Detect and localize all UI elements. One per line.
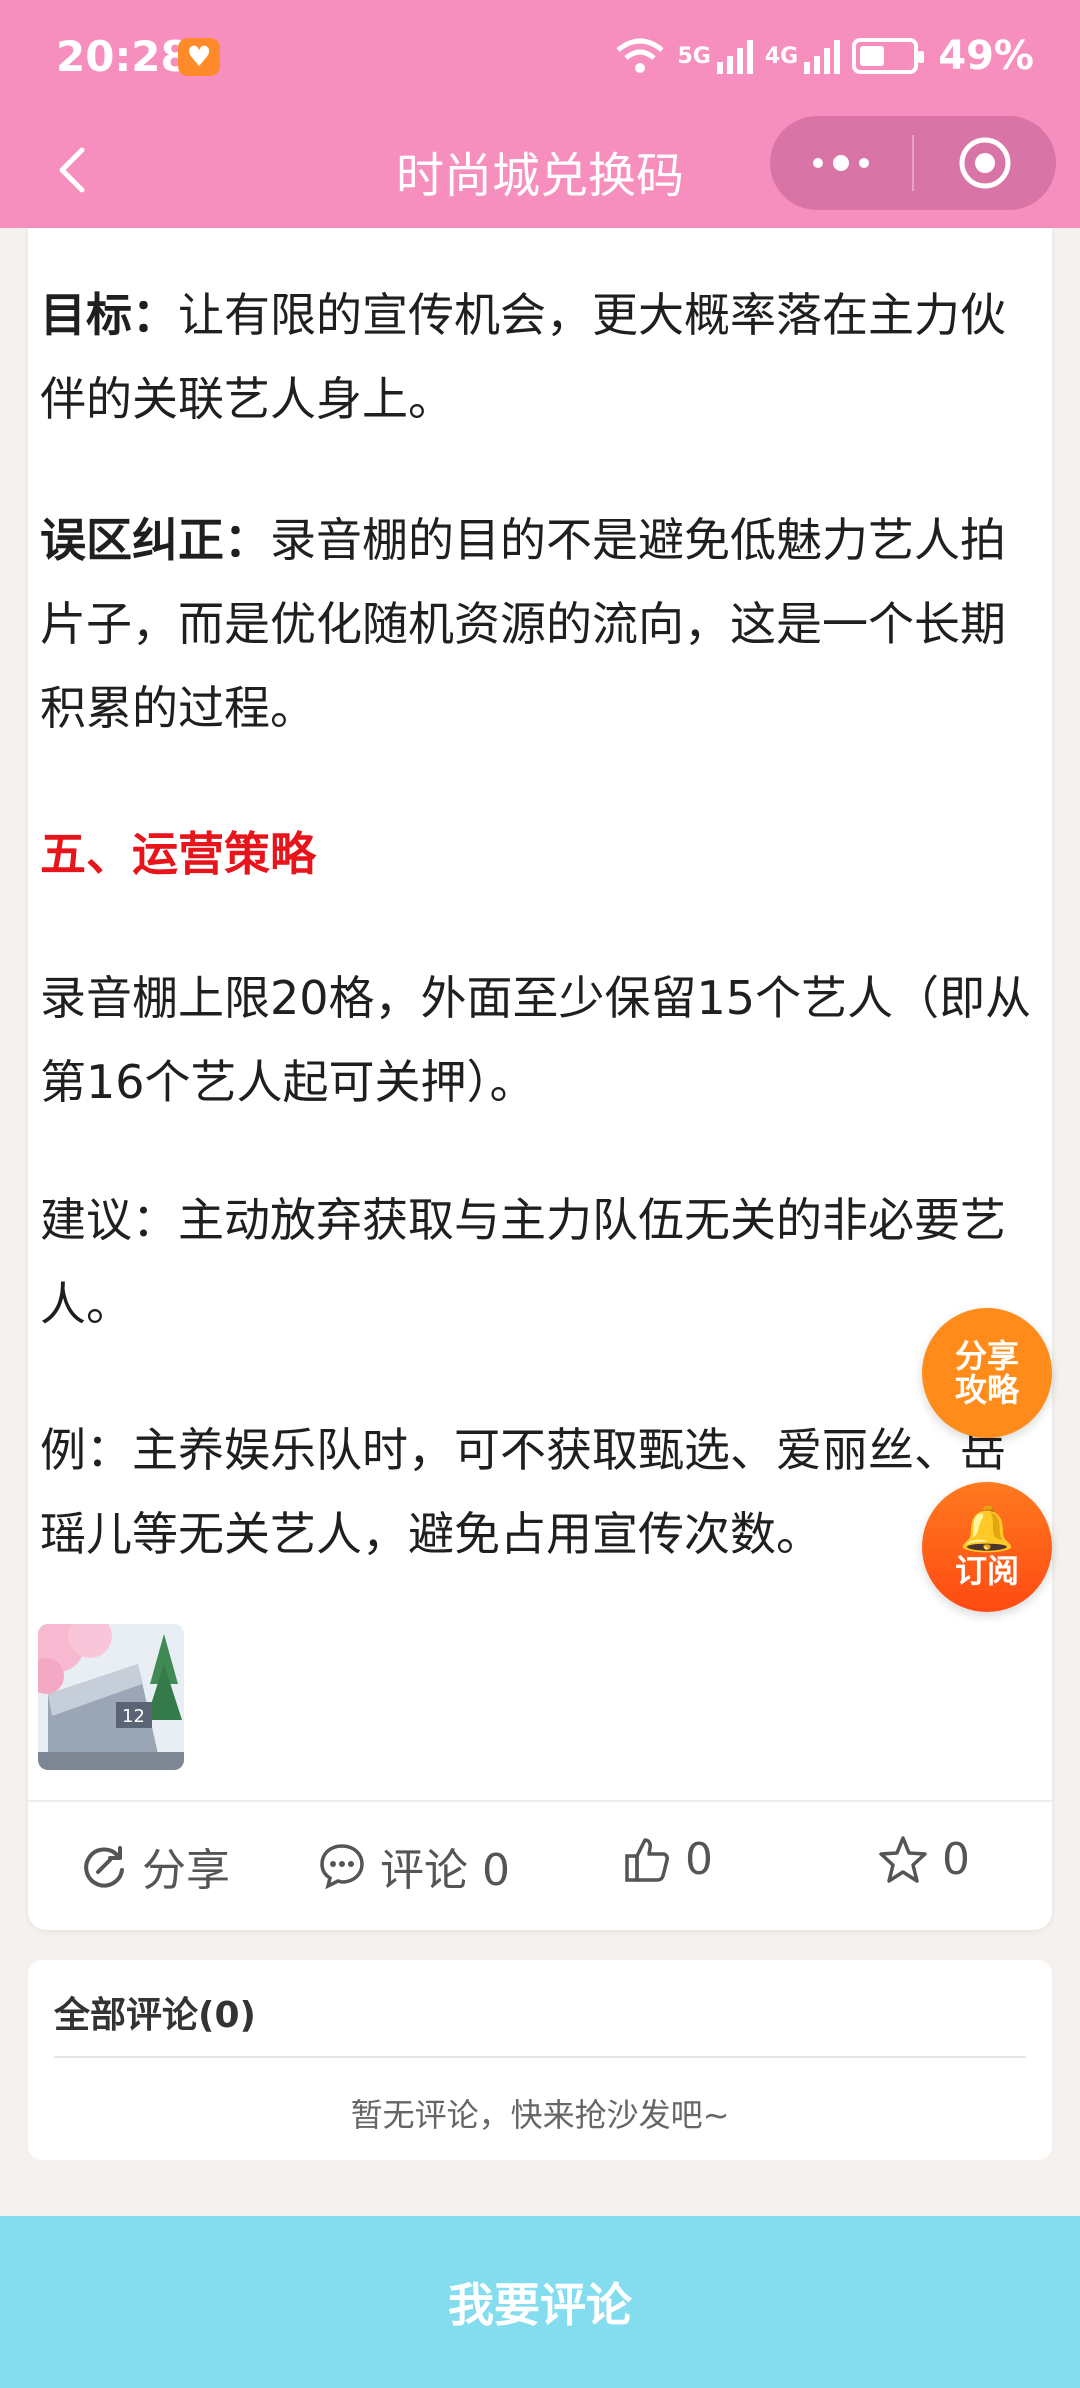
comment-label: 评论 0 <box>380 1845 510 1896</box>
comments-empty-text: 暂无评论，快来抢沙发吧~ <box>350 2096 730 2134</box>
comment-button[interactable]: 评论 0 <box>318 1834 510 1898</box>
article-card: 目标：让有限的宣传机会，更大概率落在主力伙伴的关联艺人身上。 误区纠正：录音棚的… <box>28 228 1052 1930</box>
share-label: 分享 <box>142 1845 230 1896</box>
top-bar: 20:28 ♥ 5G 4G 49% 时尚城兑换码 <box>0 0 1080 228</box>
comments-divider <box>54 2056 1026 2058</box>
share-guide-line1: 分享 <box>954 1337 1019 1375</box>
status-indicators: 5G 4G 49% <box>614 30 1034 82</box>
svg-text:12: 12 <box>122 1706 145 1727</box>
more-dots-icon <box>813 155 869 171</box>
battery-icon <box>852 38 925 74</box>
comments-card: 全部评论(0) 暂无评论，快来抢沙发吧~ <box>28 1960 1052 2160</box>
paragraph-suggestion: 建议：主动放弃获取与主力队伍无关的非必要艺人。 <box>40 1193 1006 1331</box>
subscribe-label: 订阅 <box>954 1552 1019 1590</box>
status-time: 20:28 <box>56 32 190 81</box>
network-5g-label: 5G <box>677 43 711 69</box>
signal-4g-icon <box>804 38 841 74</box>
close-mini-program-button[interactable] <box>914 116 1056 210</box>
comments-title: 全部评论(0) <box>54 1995 256 2036</box>
like-count: 0 <box>685 1834 713 1885</box>
like-button[interactable]: 0 <box>623 1834 713 1885</box>
heart-app-icon: ♥ <box>178 38 220 76</box>
favorite-count: 0 <box>942 1834 970 1885</box>
battery-percent: 49% <box>938 33 1034 79</box>
write-comment-button[interactable]: 我要评论 <box>0 2216 1080 2388</box>
nav-bar: 时尚城兑换码 <box>0 116 1080 228</box>
action-bar: 分享 评论 0 0 0 <box>28 1804 1052 1924</box>
paragraph-limit: 录音棚上限20格，外面至少保留15个艺人（即从第16个艺人起可关押）。 <box>40 971 1032 1109</box>
mini-program-capsule <box>770 116 1056 210</box>
share-icon <box>84 1846 124 1888</box>
article-thumbnail[interactable]: 12 <box>38 1624 184 1770</box>
wifi-icon <box>615 38 664 73</box>
star-icon <box>879 1835 927 1883</box>
studio-image: 12 <box>38 1624 184 1770</box>
share-guide-float-button[interactable]: 分享 攻略 <box>922 1308 1052 1438</box>
actions-divider <box>28 1800 1052 1802</box>
section-title: 五、运营策略 <box>40 827 316 881</box>
favorite-button[interactable]: 0 <box>878 1834 970 1885</box>
bell-icon: 🔔 <box>959 1504 1015 1555</box>
paragraph-goal: 目标：让有限的宣传机会，更大概率落在主力伙伴的关联艺人身上。 <box>40 273 1040 441</box>
target-circle-icon <box>959 137 1011 189</box>
goal-text: 让有限的宣传机会，更大概率落在主力伙伴的关联艺人身上。 <box>40 288 1006 426</box>
thumbs-up-icon <box>625 1837 669 1882</box>
paragraph-misconception: 误区纠正：录音棚的目的不是避免低魅力艺人拍片子，而是优化随机资源的流向，这是一个… <box>40 498 1040 750</box>
subscribe-float-button[interactable]: 🔔 订阅 <box>922 1482 1052 1612</box>
share-guide-line2: 攻略 <box>954 1371 1019 1409</box>
paragraph-example: 例：主养娱乐队时，可不获取甄选、爱丽丝、岳瑶儿等无关艺人，避免占用宣传次数。 <box>40 1423 1006 1561</box>
network-4g-label: 4G <box>764 43 799 69</box>
goal-label: 目标： <box>40 288 178 342</box>
misconception-label: 误区纠正： <box>40 513 270 567</box>
more-button[interactable] <box>770 116 912 210</box>
signal-5g-icon <box>716 38 753 74</box>
share-button[interactable]: 分享 <box>80 1834 230 1898</box>
comment-bubble-icon <box>320 1844 364 1890</box>
status-bar: 20:28 ♥ 5G 4G 49% <box>0 0 1080 120</box>
